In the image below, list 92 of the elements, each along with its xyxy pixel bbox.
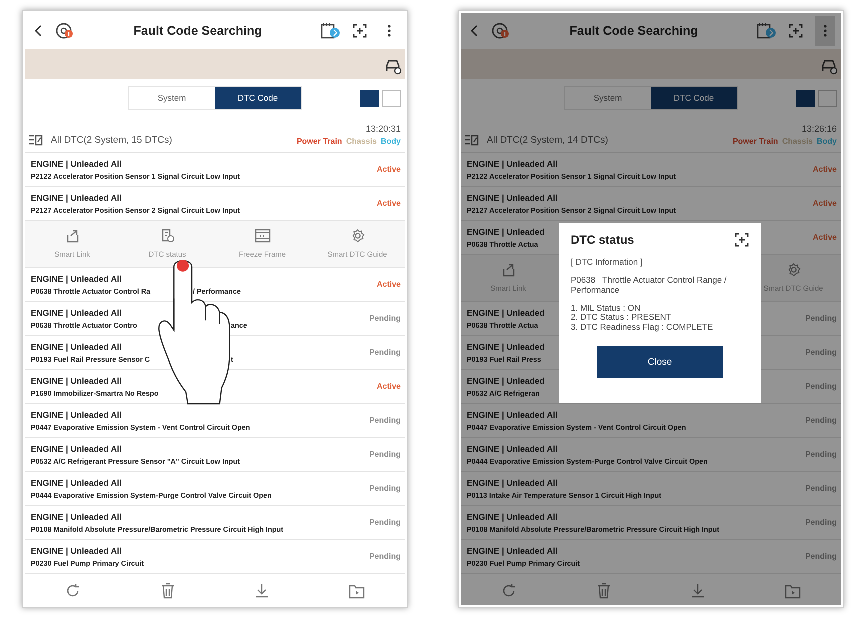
folder-play-icon[interactable]: [349, 584, 365, 598]
film-frame-icon: [254, 229, 270, 243]
status-label: Pending: [805, 518, 837, 527]
download-icon[interactable]: [255, 583, 269, 599]
system-label: ENGINE | Unleaded: [467, 376, 545, 386]
status-detail: 3. DTC Readiness Flag : COMPLETE: [571, 322, 714, 332]
share-icon: [502, 263, 516, 277]
system-label: ENGINE | Unleaded All: [31, 512, 122, 522]
system-label: ENGINE | Unleaded All: [31, 342, 122, 352]
tab[interactable]: DTC Code: [215, 87, 301, 109]
system-label: ENGINE | Unleaded: [467, 308, 545, 318]
status-detail: 2. DTC Status : PRESENT: [571, 313, 673, 323]
system-label: ENGINE | Unleaded All: [31, 410, 122, 420]
system-label: ENGINE | Unleaded All: [467, 444, 558, 454]
category-filter[interactable]: Power Train: [296, 137, 342, 146]
system-label: ENGINE | Unleaded All: [31, 546, 122, 556]
screen-title: Fault Code Searching: [568, 24, 700, 38]
system-label: ENGINE | Unleaded All: [467, 410, 558, 420]
system-label: ENGINE | Unleaded All: [467, 478, 558, 488]
status-label: Active: [812, 165, 837, 174]
status-label: Pending: [369, 518, 401, 527]
tab[interactable]: DTC Code: [651, 87, 737, 109]
capture-icon[interactable]: [353, 24, 367, 38]
capture-icon[interactable]: [789, 24, 803, 38]
download-icon[interactable]: [691, 583, 705, 599]
close-button[interactable]: Close: [597, 346, 723, 378]
status-label: Pending: [805, 484, 837, 493]
status-label: Pending: [805, 314, 837, 323]
gear-icon: [350, 229, 364, 243]
status-label: Active: [376, 280, 401, 289]
system-label: ENGINE | Unleaded: [467, 226, 545, 236]
status-label: Pending: [369, 348, 401, 357]
status-label: Active: [376, 382, 401, 391]
gauge-badge-icon[interactable]: [491, 22, 511, 40]
system-label: ENGINE | Unleaded All: [467, 546, 558, 556]
system-label: ENGINE | Unleaded All: [467, 192, 558, 202]
car-search-icon[interactable]: [821, 59, 839, 75]
screen-title: Fault Code Searching: [132, 24, 264, 38]
share-icon: [66, 229, 80, 243]
device-bluetooth-icon[interactable]: [757, 22, 777, 40]
more-icon: [824, 25, 826, 37]
folder-play-icon[interactable]: [785, 584, 801, 598]
back-icon[interactable]: [471, 25, 479, 37]
category-filter[interactable]: Power Train: [732, 137, 778, 146]
car-search-icon[interactable]: [385, 59, 403, 75]
status-label: Active: [812, 199, 837, 208]
system-label: ENGINE | Unleaded: [467, 342, 545, 352]
system-label: ENGINE | Unleaded All: [31, 308, 122, 318]
list-edit-icon[interactable]: [465, 134, 479, 146]
status-label: Pending: [369, 314, 401, 323]
system-label: ENGINE | Unleaded All: [31, 192, 122, 202]
status-label: Pending: [805, 416, 837, 425]
status-label: Active: [376, 165, 401, 174]
capture-icon[interactable]: [735, 233, 749, 247]
status-label: Pending: [805, 382, 837, 391]
system-label: ENGINE | Unleaded All: [467, 158, 558, 168]
gauge-badge-icon[interactable]: [55, 22, 75, 40]
list-view-button[interactable]: [796, 90, 815, 106]
status-label: Pending: [369, 484, 401, 493]
gear-icon: [786, 263, 800, 277]
trash-icon[interactable]: [161, 583, 175, 599]
status-label: Active: [376, 199, 401, 208]
refresh-icon[interactable]: [501, 583, 517, 599]
system-label: ENGINE | Unleaded All: [31, 444, 122, 454]
status-label: Pending: [805, 348, 837, 357]
system-label: ENGINE | Unleaded All: [467, 512, 558, 522]
system-label: ENGINE | Unleaded All: [31, 376, 122, 386]
status-label: Pending: [369, 552, 401, 561]
status-label: Pending: [805, 450, 837, 459]
timestamp: 13:20:31: [366, 124, 401, 134]
dialog-title: DTC status: [571, 233, 634, 247]
list-edit-icon[interactable]: [29, 134, 43, 146]
device-bluetooth-icon[interactable]: [321, 22, 341, 40]
more-icon: [388, 25, 390, 37]
list-view-button[interactable]: [360, 90, 379, 106]
back-icon[interactable]: [35, 25, 43, 37]
timestamp: 13:26:16: [802, 124, 837, 134]
status-label: Pending: [369, 450, 401, 459]
trash-icon[interactable]: [597, 583, 611, 599]
dtc-summary: All DTC(2 System, 14 DTCs): [487, 135, 610, 146]
dtc-summary: All DTC(2 System, 15 DTCs): [51, 135, 174, 146]
system-label: ENGINE | Unleaded All: [31, 158, 122, 168]
refresh-icon[interactable]: [65, 583, 81, 599]
status-label: Pending: [369, 416, 401, 425]
section-heading: [ DTC Information ]: [571, 257, 644, 267]
status-label: Active: [812, 233, 837, 242]
document-clock-icon: [160, 229, 174, 243]
status-detail: 1. MIL Status : ON: [571, 304, 642, 314]
system-label: ENGINE | Unleaded All: [31, 274, 122, 284]
system-label: ENGINE | Unleaded All: [31, 478, 122, 488]
dtc-description: P0638 Throttle Actuator Control Range / Performance: [571, 275, 728, 295]
status-label: Pending: [805, 552, 837, 561]
